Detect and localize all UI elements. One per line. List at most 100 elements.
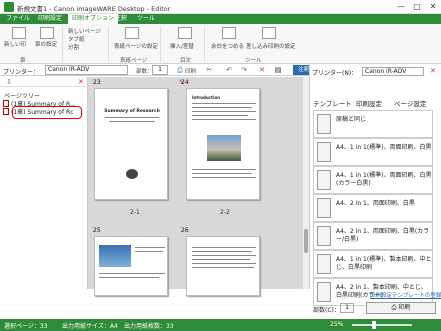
title-bar: 新規文書1 - Canon imageWARE Desktop - Editor… <box>0 0 441 14</box>
template-label: A4、2 in 1、両面印刷、白黒 <box>336 200 415 207</box>
divider <box>160 26 161 62</box>
selected-pages: 選択ページ：33 <box>4 323 48 330</box>
page-number: 24 <box>181 79 189 86</box>
close-icon[interactable]: ✕ <box>430 67 436 75</box>
page-number: 25 <box>93 227 101 234</box>
template-item[interactable]: 原稿と同じ <box>313 110 433 138</box>
template-label: A4、1 in 1(標準)、両面印刷、白黒(カラー白黒) <box>336 172 432 187</box>
printer-label: プリンター(N)： <box>312 70 358 77</box>
undo-icon[interactable]: ↶ <box>225 66 233 74</box>
window-title: 新規文書1 - Canon imageWARE Desktop - Editor <box>17 5 171 13</box>
zoom-level: 25% <box>330 321 344 328</box>
output-paper-size: 出力用紙サイズ：A4 <box>62 323 118 330</box>
insert-replace-button[interactable]: 挿入/差替 <box>170 42 194 50</box>
document-icon <box>3 108 9 115</box>
template-label: A4、1 in 1(標準)、製本印刷、中とじ、白黒印刷 <box>336 256 432 271</box>
group-label-cover: 表紙ページ <box>120 58 148 64</box>
menu-tools[interactable]: ツール <box>133 14 159 24</box>
mail-merge-icon <box>262 27 276 39</box>
copies-label: 部数(C)： <box>313 307 340 314</box>
page-thumbnail[interactable] <box>94 236 168 296</box>
page-thumbnail[interactable]: Introduction <box>186 88 260 200</box>
tree-toolbar: ⇩ ✕ <box>0 77 88 87</box>
zoom-slider-thumb[interactable] <box>372 321 376 329</box>
tab-template[interactable]: テンプレート <box>313 98 352 108</box>
print-icon[interactable]: ⎙ <box>176 66 184 74</box>
copies-label: 部数： <box>136 69 153 75</box>
template-label: A4、2 in 1、両面印刷、白黒(カラー/白黒) <box>336 228 430 243</box>
divider <box>108 26 109 62</box>
output-paper-count: 出力用紙枚数：33 <box>124 323 174 330</box>
print-button-label: 印刷 <box>398 304 411 311</box>
page-thumbnail[interactable] <box>186 236 260 296</box>
expand-icon[interactable]: ⇩ <box>6 78 12 86</box>
right-pane: プリンター(N)： Canon iR-ADV ✕ テンプレート 印刷設定 ページ… <box>309 64 441 314</box>
tab-print-settings[interactable]: 印刷設定 <box>356 98 382 108</box>
insert-replace-icon <box>178 27 192 39</box>
page-tree-label: ページツリー <box>4 93 40 100</box>
delete-icon[interactable]: ✕ <box>258 66 266 74</box>
mail-merge-settings-button[interactable]: 差し込み印刷の設定 <box>246 42 296 50</box>
page-title: Introduction <box>192 95 220 100</box>
map-image <box>99 245 131 267</box>
template-item[interactable]: A4、2 in 1、両面印刷、白黒 <box>313 194 433 222</box>
reduce-margin-icon <box>222 27 236 39</box>
template-item[interactable]: A4、1 in 1(標準)、両面印刷、白黒(カラー白黒) <box>313 166 433 194</box>
new-chapter-icon <box>12 27 26 39</box>
copies-input[interactable]: 1 <box>152 65 168 75</box>
group-label-tools: ツール <box>245 58 262 64</box>
page-caption: 2-1 <box>130 209 140 216</box>
logo-icon <box>126 169 138 179</box>
page-title: Summary of Research <box>104 109 160 114</box>
template-label: 原稿と同じ <box>336 116 367 123</box>
stop-icon[interactable]: ✂ <box>205 66 213 74</box>
template-item[interactable]: A4、1 in 1(標準)、製本印刷、中とじ、白黒印刷 <box>313 250 433 278</box>
tab-paper-button[interactable]: タブ紙 <box>68 35 85 43</box>
maximize-button[interactable]: ▢ <box>409 1 425 13</box>
document-icon <box>3 100 9 107</box>
close-icon[interactable]: ✕ <box>78 78 84 86</box>
template-item[interactable]: A4、1 in 1(標準)、両面印刷、白黒 <box>313 138 433 166</box>
tab-page-settings[interactable]: ページ設定 <box>394 98 426 108</box>
group-label-toc: 目次 <box>180 58 192 64</box>
template-icon <box>317 282 331 302</box>
copies-input[interactable]: 1 <box>340 303 354 313</box>
printer-label: プリンター： <box>3 69 40 76</box>
page-thumbnail[interactable]: Summary of Research <box>94 88 168 200</box>
template-icon <box>317 226 331 246</box>
zoom-slider[interactable] <box>352 324 412 326</box>
print-label[interactable]: 印刷 <box>185 67 196 75</box>
divider <box>62 26 63 62</box>
printer-select[interactable]: Canon iR-ADV <box>362 67 424 76</box>
chapter-settings-icon <box>40 27 54 39</box>
menu-file[interactable]: ファイル <box>2 14 34 24</box>
template-label: A4、1 in 1(標準)、両面印刷、白黒 <box>336 144 432 151</box>
status-bar: 選択ページ：33 出力用紙サイズ：A4 出力用紙枚数：33 25% <box>0 319 441 331</box>
split-button[interactable]: 分割 <box>68 43 79 51</box>
menu-print-settings[interactable]: 印刷設定 <box>34 14 66 24</box>
reduce-margin-button[interactable]: 余白をつめる <box>211 42 244 50</box>
page-number: 23 <box>93 79 101 86</box>
chapter-settings-button[interactable]: 章の設定 <box>35 40 57 48</box>
page-view: 23 ✎ Summary of Research 2-1 24 Introduc… <box>88 77 304 296</box>
template-list: 原稿と同じ A4、1 in 1(標準)、両面印刷、白黒 A4、1 in 1(標準… <box>313 110 439 310</box>
ribbon: 新しい印 章の設定 新しいページ タブ紙 分割 表紙ページの設定 挿入/差替 余… <box>0 24 441 64</box>
page-icon[interactable]: ▤ <box>274 66 282 74</box>
close-button[interactable]: ✕ <box>425 1 441 13</box>
new-chapter-button[interactable]: 新しい印 <box>4 40 26 48</box>
printer-select[interactable]: Canon iR-ADV <box>45 65 128 75</box>
cover-page-settings-button[interactable]: 表紙ページの設定 <box>114 42 158 50</box>
highlight-box <box>12 106 82 119</box>
template-icon <box>317 198 331 218</box>
register-template-link[interactable]: 印刷設定テンプレートの登録 <box>370 291 441 299</box>
print-button[interactable]: ⎙ 印刷 <box>366 302 436 314</box>
app-icon <box>4 2 14 12</box>
page-number: 26 <box>181 227 189 234</box>
redo-icon[interactable]: ↷ <box>240 66 248 74</box>
group-label-chapter: 章 <box>20 58 26 64</box>
new-page-button[interactable]: 新しいページ <box>68 27 101 35</box>
menu-annotation[interactable]: 注釈 <box>111 14 131 24</box>
template-item[interactable]: A4、2 in 1、両面印刷、白黒(カラー/白黒) <box>313 222 433 250</box>
scrollbar-thumb[interactable] <box>304 229 308 253</box>
minimize-button[interactable]: — <box>393 1 409 13</box>
